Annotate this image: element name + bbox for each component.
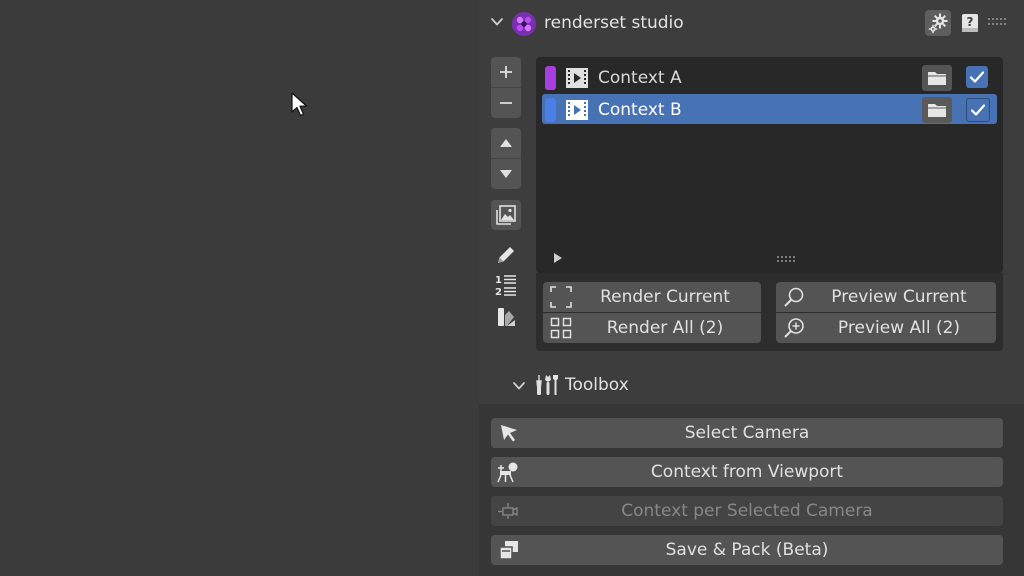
context-name[interactable]: Context B	[598, 99, 682, 121]
select-camera-button[interactable]: Select Camera	[491, 418, 1003, 448]
context-per-selected-camera-label: Context per Selected Camera	[621, 501, 873, 521]
select-camera-label: Select Camera	[684, 423, 810, 443]
preview-all-label: Preview All (2)	[837, 318, 961, 338]
renderset-panel: renderset studio ? 1 2 Context A Context…	[479, 0, 1024, 576]
image-stack-icon	[496, 205, 516, 225]
context-from-viewport-button[interactable]: Context from Viewport	[491, 457, 1003, 487]
folder-icon	[928, 72, 946, 85]
cursor-arrow-icon	[501, 425, 517, 442]
svg-text:2: 2	[495, 287, 502, 298]
checkmark-icon	[970, 104, 986, 116]
add-context-button[interactable]	[491, 57, 521, 87]
preferences-button[interactable]	[925, 10, 951, 36]
drag-grip-icon[interactable]	[987, 17, 1007, 27]
clapperboard-icon	[566, 68, 588, 88]
checkmark-icon	[969, 71, 985, 83]
grid-squares-icon	[550, 317, 572, 339]
panel-title: renderset studio	[544, 13, 684, 33]
viewport-area[interactable]	[0, 0, 479, 576]
expand-filter-icon[interactable]	[553, 252, 563, 264]
numbered-list-icon: 1 2	[495, 275, 516, 298]
svg-text:1: 1	[495, 275, 502, 286]
render-all-button[interactable]: Render All (2)	[543, 313, 761, 343]
render-current-label: Render Current	[600, 287, 730, 307]
move-down-button[interactable]	[491, 158, 521, 189]
edit-context-button[interactable]	[491, 240, 521, 270]
camera-crosshair-icon	[498, 503, 518, 519]
mouse-cursor-icon	[291, 92, 308, 117]
svg-text:?: ?	[967, 15, 974, 29]
context-row-b[interactable]: Context B	[542, 94, 997, 124]
chevron-down-icon[interactable]	[489, 14, 505, 30]
preview-current-button[interactable]: Preview Current	[776, 282, 996, 312]
add-remove-group	[491, 57, 521, 118]
arrow-down-icon	[500, 170, 512, 178]
gear-icon	[928, 13, 948, 34]
save-pack-button[interactable]: Save & Pack (Beta)	[491, 535, 1003, 565]
enable-checkbox[interactable]	[966, 66, 988, 88]
color-palette-button[interactable]	[491, 302, 521, 332]
clapperboard-icon	[566, 100, 588, 120]
enable-checkbox[interactable]	[966, 98, 990, 122]
preview-current-label: Preview Current	[831, 287, 967, 307]
context-row-a[interactable]: Context A	[542, 62, 997, 92]
preview-all-button[interactable]: Preview All (2)	[776, 313, 996, 343]
help-book-icon[interactable]: ?	[959, 12, 981, 34]
open-images-button[interactable]	[491, 200, 521, 230]
context-color-swatch[interactable]	[545, 66, 556, 90]
list-resize-grip-icon[interactable]	[776, 255, 796, 263]
numbered-list-button[interactable]: 1 2	[491, 270, 521, 300]
magnifier-icon	[784, 287, 804, 307]
frame-corners-icon	[550, 286, 572, 308]
render-all-label: Render All (2)	[606, 318, 724, 338]
move-up-button[interactable]	[491, 128, 521, 158]
zoom-in-icon	[784, 318, 804, 338]
minus-icon	[500, 102, 512, 104]
plus-icon	[500, 66, 512, 78]
open-folder-button[interactable]	[922, 65, 952, 91]
arrow-up-icon	[500, 139, 512, 147]
renderset-logo-icon	[512, 12, 536, 36]
camera-add-icon	[497, 462, 518, 483]
pencil-icon	[498, 247, 514, 263]
images-group	[491, 200, 521, 230]
screwdriver-wrench-icon	[536, 375, 558, 395]
remove-context-button[interactable]	[491, 87, 521, 118]
palette-icon	[498, 308, 515, 326]
context-per-selected-camera-button[interactable]: Context per Selected Camera	[491, 496, 1003, 526]
context-color-swatch[interactable]	[545, 98, 556, 122]
folder-icon	[928, 104, 946, 117]
context-name[interactable]: Context A	[598, 67, 682, 89]
toolbox-title: Toolbox	[565, 375, 629, 395]
render-current-button[interactable]: Render Current	[543, 282, 761, 312]
context-list[interactable]: Context A Context B	[536, 57, 1003, 273]
save-pack-label: Save & Pack (Beta)	[665, 540, 829, 560]
chevron-down-icon[interactable]	[511, 378, 527, 394]
package-stack-icon	[499, 541, 518, 560]
context-from-viewport-label: Context from Viewport	[650, 462, 844, 482]
move-group	[491, 128, 521, 189]
open-folder-button[interactable]	[922, 97, 952, 123]
